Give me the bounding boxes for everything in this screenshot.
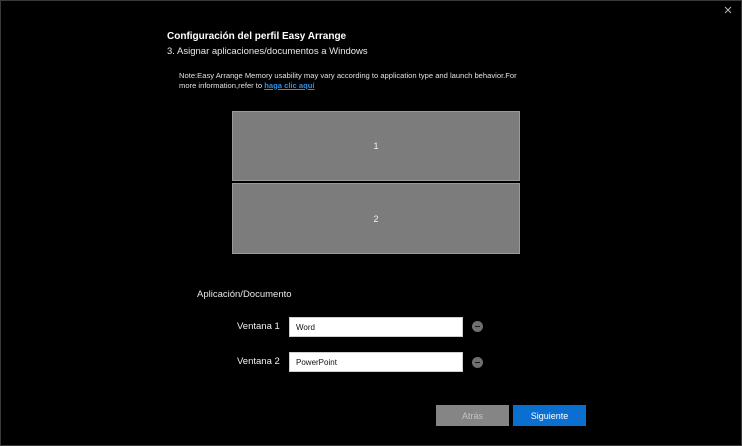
more-info-link[interactable]: haga clic aquí — [264, 81, 314, 90]
usability-note: Note:Easy Arrange Memory usability may v… — [179, 71, 519, 90]
window-1-app-input[interactable] — [289, 317, 463, 337]
close-icon — [724, 6, 732, 14]
window-1-remove-button[interactable] — [472, 321, 483, 332]
back-button[interactable]: Atrás — [436, 405, 509, 426]
layout-zone-2[interactable]: 2 — [232, 183, 520, 254]
window-2-label: Ventana 2 — [237, 356, 280, 367]
minus-circle-icon — [475, 326, 480, 327]
step-heading: 3. Asignar aplicaciones/documentos a Win… — [167, 46, 368, 57]
note-text: Note:Easy Arrange Memory usability may v… — [179, 71, 517, 90]
window-1-label: Ventana 1 — [237, 321, 280, 332]
easy-arrange-dialog: Configuración del perfil Easy Arrange 3.… — [0, 0, 742, 446]
app-document-heading: Aplicación/Documento — [197, 289, 292, 300]
layout-zone-1[interactable]: 1 — [232, 111, 520, 181]
window-2-remove-button[interactable] — [472, 357, 483, 368]
zone-number: 2 — [373, 213, 379, 224]
close-button[interactable] — [721, 3, 735, 17]
next-button[interactable]: Siguiente — [513, 405, 586, 426]
zone-number: 1 — [373, 141, 379, 151]
minus-circle-icon — [475, 362, 480, 363]
dialog-title: Configuración del perfil Easy Arrange — [167, 31, 347, 42]
window-2-app-input[interactable] — [289, 352, 463, 372]
